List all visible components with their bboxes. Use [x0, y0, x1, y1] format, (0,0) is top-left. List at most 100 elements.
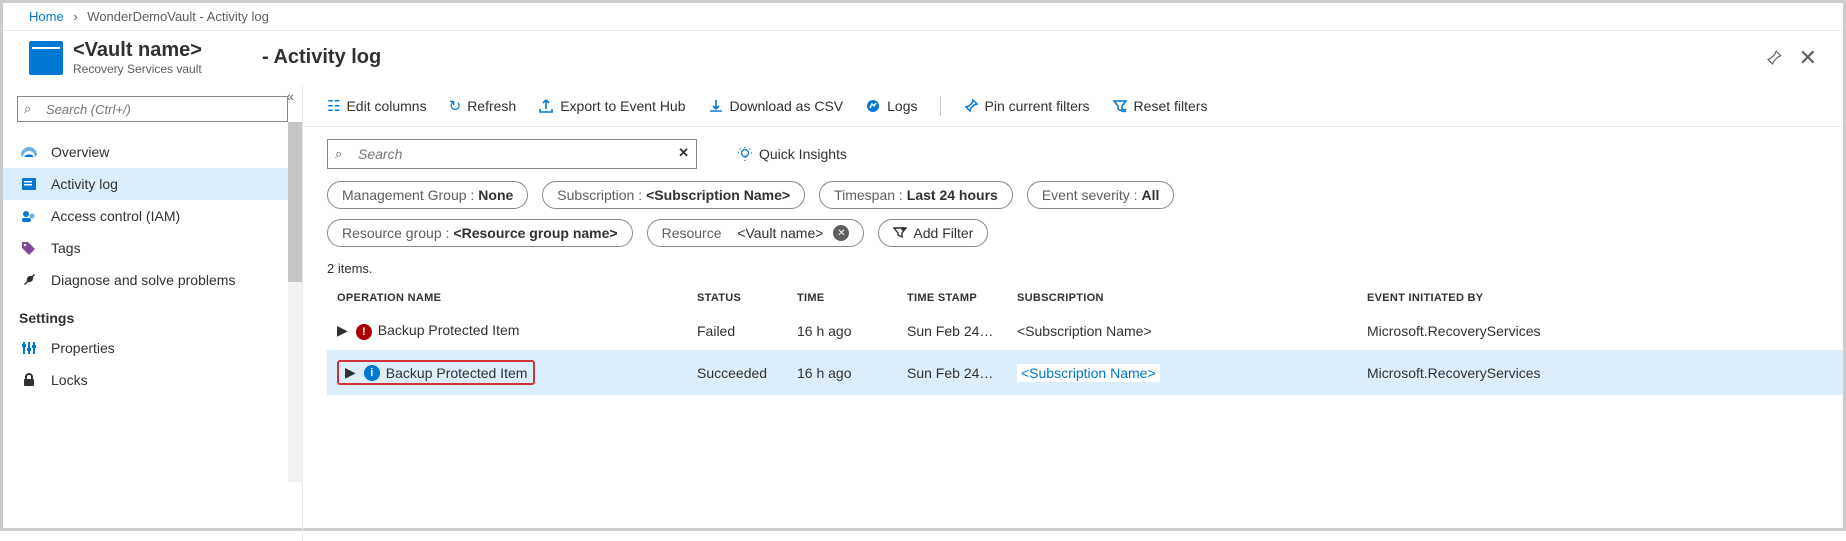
- cell-status: Succeeded: [687, 350, 787, 395]
- reset-filters-button[interactable]: Reset filters: [1112, 98, 1208, 114]
- quick-insights-button[interactable]: Quick Insights: [737, 146, 847, 162]
- sidebar-item-tags[interactable]: Tags: [3, 232, 302, 264]
- filter-resource[interactable]: Resource <Vault name> ✕: [647, 219, 865, 247]
- filter-event-severity[interactable]: Event severity : All: [1027, 181, 1175, 209]
- table-row[interactable]: ▶iBackup Protected Item Succeeded 16 h a…: [327, 350, 1843, 395]
- refresh-button[interactable]: ↻Refresh: [449, 97, 517, 115]
- sidebar-item-overview[interactable]: Overview: [3, 136, 302, 168]
- breadcrumb: Home › WonderDemoVault - Activity log: [3, 3, 1843, 31]
- label: Download as CSV: [730, 98, 844, 114]
- col-subscription[interactable]: SUBSCRIPTION: [1007, 284, 1357, 312]
- page-title: <Vault name>: [73, 39, 202, 62]
- label: Edit columns: [346, 98, 426, 114]
- lightbulb-icon: [737, 146, 753, 162]
- expand-icon[interactable]: ▶: [337, 322, 348, 339]
- download-icon: [708, 98, 724, 114]
- search-input[interactable]: [327, 139, 697, 169]
- tags-icon: [19, 241, 39, 255]
- reset-filter-icon: [1112, 98, 1128, 114]
- filter-timespan[interactable]: Timespan : Last 24 hours: [819, 181, 1013, 209]
- item-count: 2 items.: [303, 257, 1843, 284]
- label: Quick Insights: [759, 146, 847, 162]
- export-icon: [538, 98, 554, 114]
- logs-button[interactable]: Logs: [865, 98, 917, 114]
- sidebar-item-access-control[interactable]: Access control (IAM): [3, 200, 302, 232]
- col-timestamp[interactable]: TIME STAMP: [897, 284, 1007, 312]
- pin-icon[interactable]: [1765, 49, 1783, 67]
- expand-icon[interactable]: ▶: [345, 364, 356, 381]
- sidebar-item-locks[interactable]: Locks: [3, 364, 302, 396]
- columns-icon: ☷: [327, 97, 340, 115]
- filter-key: Resource group :: [342, 225, 449, 241]
- filter-value: None: [478, 187, 513, 203]
- filter-key: Subscription :: [557, 187, 642, 203]
- sidebar-item-label: Properties: [51, 340, 115, 356]
- table-row[interactable]: ▶!Backup Protected Item Failed 16 h ago …: [327, 312, 1843, 350]
- search-icon: ⌕: [335, 146, 342, 162]
- chevron-right-icon: ›: [73, 9, 77, 24]
- scrollbar[interactable]: [288, 122, 302, 482]
- sidebar-item-label: Activity log: [51, 176, 118, 192]
- breadcrumb-home[interactable]: Home: [29, 9, 64, 24]
- close-icon[interactable]: ✕: [1799, 45, 1817, 71]
- sidebar-item-label: Access control (IAM): [51, 208, 180, 224]
- export-button[interactable]: Export to Event Hub: [538, 98, 685, 114]
- cell-operation: Backup Protected Item: [386, 365, 528, 381]
- col-operation[interactable]: OPERATION NAME: [327, 284, 687, 312]
- pin-filters-button[interactable]: Pin current filters: [963, 98, 1090, 114]
- sidebar-search-input[interactable]: [17, 96, 288, 122]
- label: Logs: [887, 98, 917, 114]
- properties-icon: [19, 341, 39, 355]
- col-initiated-by[interactable]: EVENT INITIATED BY: [1357, 284, 1843, 312]
- sidebar-item-label: Diagnose and solve problems: [51, 272, 235, 288]
- page-subtitle: Recovery Services vault: [73, 62, 202, 76]
- download-button[interactable]: Download as CSV: [708, 98, 844, 114]
- cell-operation: Backup Protected Item: [378, 322, 520, 338]
- filter-key: Resource: [662, 225, 722, 241]
- sidebar-item-diagnose[interactable]: Diagnose and solve problems: [3, 264, 302, 296]
- cell-initiated-by: Microsoft.RecoveryServices: [1357, 350, 1843, 395]
- add-filter-button[interactable]: Add Filter: [878, 219, 988, 247]
- diagnose-icon: [19, 272, 39, 288]
- filter-subscription[interactable]: Subscription : <Subscription Name>: [542, 181, 805, 209]
- breadcrumb-current: WonderDemoVault - Activity log: [87, 9, 269, 24]
- info-icon: i: [364, 365, 380, 381]
- sidebar-item-properties[interactable]: Properties: [3, 332, 302, 364]
- edit-columns-button[interactable]: ☷ Edit columns: [327, 97, 427, 115]
- cell-time: 16 h ago: [787, 312, 897, 350]
- sidebar-item-activity-log[interactable]: Activity log: [3, 168, 302, 200]
- highlighted-operation: ▶ i Backup Protected Item: [337, 360, 535, 385]
- page-header: <Vault name> Recovery Services vault - A…: [3, 31, 1843, 86]
- logs-icon: [865, 98, 881, 114]
- sidebar-section-settings: Settings: [3, 296, 302, 332]
- filter-value: <Vault name>: [737, 225, 823, 241]
- cell-subscription-link[interactable]: <Subscription Name>: [1017, 364, 1160, 382]
- error-icon: !: [356, 324, 372, 340]
- separator: [940, 96, 941, 116]
- refresh-icon: ↻: [449, 97, 462, 115]
- col-time[interactable]: TIME: [787, 284, 897, 312]
- filter-key: Management Group :: [342, 187, 474, 203]
- filter-value: <Subscription Name>: [646, 187, 790, 203]
- remove-filter-icon[interactable]: ✕: [833, 225, 849, 241]
- toolbar: ☷ Edit columns ↻Refresh Export to Event H…: [303, 86, 1843, 127]
- cell-timestamp: Sun Feb 24 2...: [897, 312, 1007, 350]
- col-status[interactable]: STATUS: [687, 284, 787, 312]
- scrollbar-thumb[interactable]: [288, 122, 302, 282]
- cell-initiated-by: Microsoft.RecoveryServices: [1357, 312, 1843, 350]
- pin-icon: [963, 98, 979, 114]
- label: Pin current filters: [985, 98, 1090, 114]
- filter-management-group[interactable]: Management Group : None: [327, 181, 528, 209]
- label: Add Filter: [913, 225, 973, 241]
- filter-key: Timespan :: [834, 187, 903, 203]
- clear-icon[interactable]: ✕: [678, 145, 689, 161]
- label: Export to Event Hub: [560, 98, 685, 114]
- filter-resource-group[interactable]: Resource group : <Resource group name>: [327, 219, 633, 247]
- activity-log-icon: [19, 177, 39, 191]
- cell-subscription: <Subscription Name>: [1007, 312, 1357, 350]
- sidebar: « ⌕ Overview Activity log Access control…: [3, 86, 303, 541]
- overview-icon: [19, 145, 39, 159]
- vault-icon: [29, 41, 63, 75]
- cell-status: Failed: [687, 312, 787, 350]
- search-icon: ⌕: [24, 101, 31, 117]
